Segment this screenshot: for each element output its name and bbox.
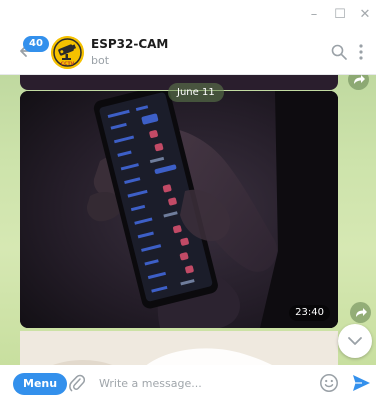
share-button[interactable] [348,75,369,90]
message-composer: Menu [0,365,376,401]
chat-subtitle: bot [91,54,110,67]
photo-image [20,91,338,328]
share-icon [356,308,367,317]
avatar-label: CCTV [61,61,75,67]
close-button[interactable]: ✕ [355,6,375,24]
minimize-button[interactable]: – [304,6,324,24]
more-vertical-icon[interactable] [358,43,364,61]
share-button[interactable] [350,302,371,323]
unread-badge: 40 [23,36,49,52]
message-time: 23:40 [289,305,330,321]
photo-message[interactable]: 23:40 [20,91,338,328]
message-list[interactable]: 23:40 June 11 [0,75,376,365]
send-icon[interactable] [352,374,371,392]
chat-title[interactable]: ESP32-CAM [91,37,168,51]
telegram-window: – ☐ ✕ 40 CCTV ESP32-CAM bot 23:40 June 1… [0,0,376,401]
chat-header: 40 CCTV ESP32-CAM bot [0,30,376,75]
message-input[interactable] [99,374,309,392]
next-photo-image [20,331,338,365]
search-icon[interactable] [331,44,347,60]
paperclip-icon[interactable] [69,374,85,392]
emoji-icon[interactable] [319,373,339,393]
share-icon [354,75,365,84]
title-bar: – ☐ ✕ [0,0,376,30]
cctv-camera-icon: CCTV [51,36,84,69]
scroll-down-button[interactable] [338,324,372,358]
chevron-down-icon [348,337,362,345]
next-photo-message[interactable] [20,331,338,365]
avatar[interactable]: CCTV [51,36,84,69]
maximize-button[interactable]: ☐ [330,6,350,24]
bot-menu-button[interactable]: Menu [13,373,68,395]
date-separator: June 11 [168,83,224,102]
